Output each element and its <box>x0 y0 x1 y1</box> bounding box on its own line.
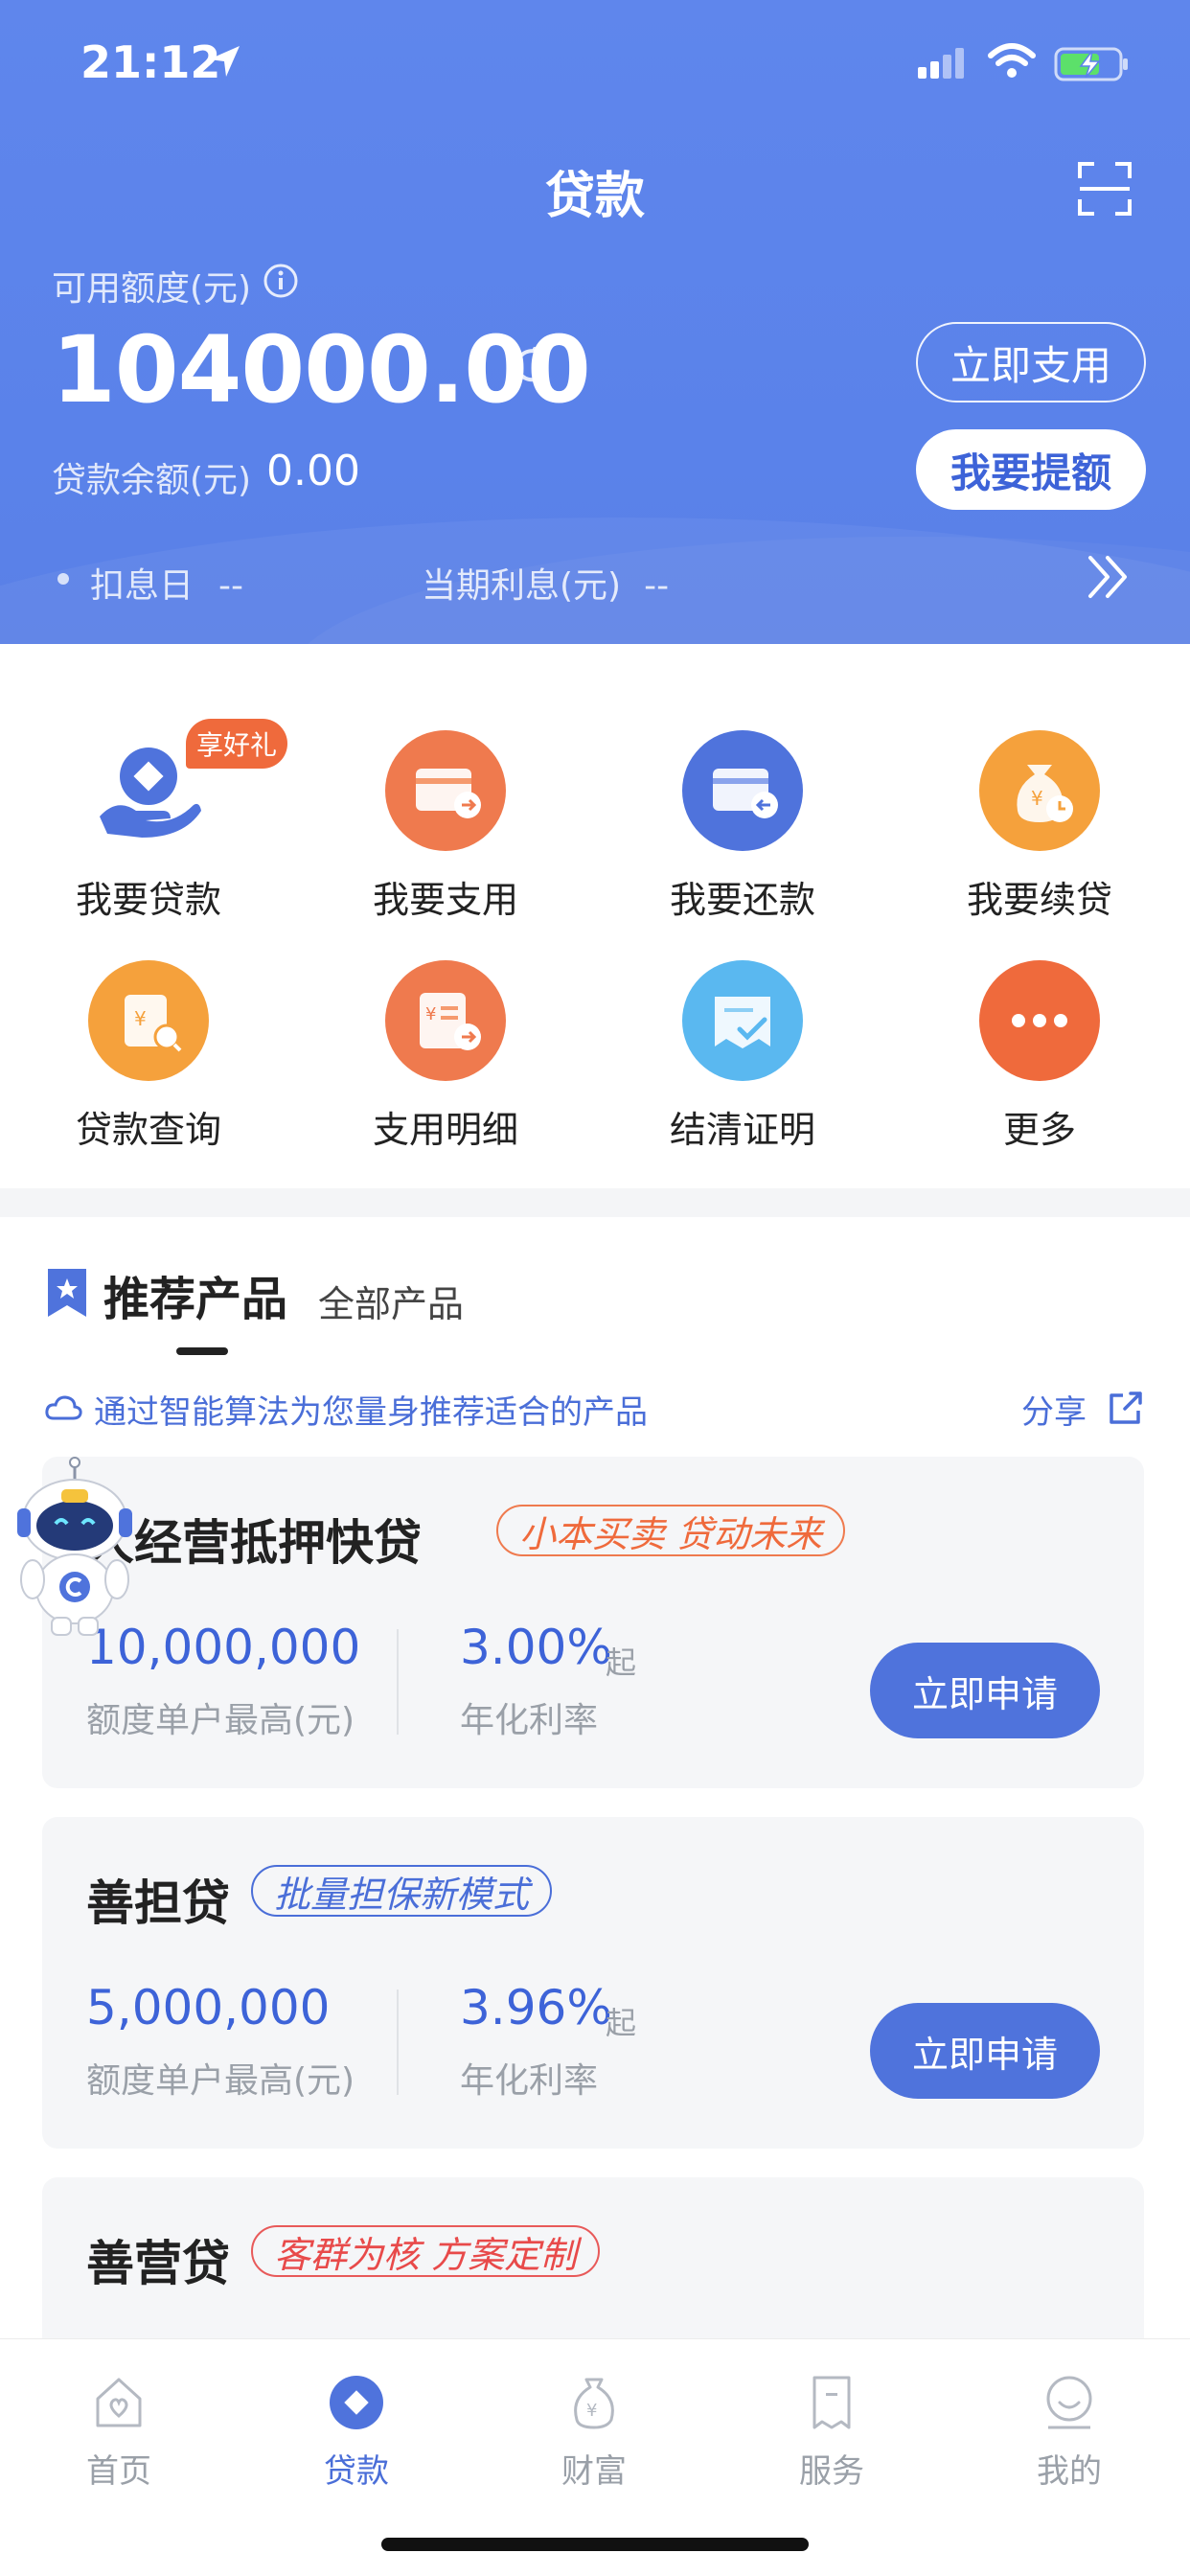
menu-item-settlement-cert[interactable]: 结清证明 <box>594 874 891 1151</box>
service-icon <box>812 2376 851 2429</box>
available-credit-label: 可用额度(元) <box>52 269 252 309</box>
service-menu: 享好礼 我要贷款 我要支用 我要还款 ¥ 我要续贷 ¥ 贷款查询 ¥ 支用明细 … <box>0 644 1190 1188</box>
recommend-tip: 通过智能算法为您量身推荐适合的产品 <box>94 1393 648 1432</box>
loan-header: 21:12 贷款 可用额度(元) 104000.00 立即支用 贷款余额(元) … <box>0 0 1190 644</box>
menu-item-withdraw[interactable]: 我要支用 <box>297 644 594 921</box>
tab-all-products[interactable]: 全部产品 <box>318 1275 464 1327</box>
cloud-icon <box>45 1395 82 1420</box>
refresh-icon[interactable] <box>510 343 554 387</box>
menu-item-label: 更多 <box>1002 1109 1076 1151</box>
interest-day-value: -- <box>218 566 243 606</box>
battery-charging-icon <box>1054 47 1128 81</box>
annual-rate-label: 年化利率 <box>460 2061 599 2101</box>
divider <box>397 1990 399 2095</box>
tab-label: 服务 <box>799 2452 864 2491</box>
menu-item-renew[interactable]: ¥ 我要续贷 <box>891 644 1188 921</box>
status-bar: 21:12 <box>0 0 1190 125</box>
menu-item-repay[interactable]: 我要还款 <box>594 644 891 921</box>
home-indicator <box>381 2538 809 2551</box>
use-now-button[interactable]: 立即支用 <box>916 322 1146 402</box>
menu-item-withdraw-detail[interactable]: ¥ 支用明细 <box>297 874 594 1151</box>
gift-badge: 享好礼 <box>186 719 287 769</box>
money-bag-clock-icon: ¥ <box>979 730 1100 851</box>
tab-mine[interactable]: 我的 <box>950 2339 1188 2512</box>
home-icon <box>96 2378 142 2427</box>
max-amount: 5,000,000 <box>86 1980 331 2036</box>
rate-suffix: 起 <box>606 2005 637 2041</box>
svg-text:¥: ¥ <box>425 1004 436 1024</box>
bullet-dot <box>57 573 69 585</box>
svg-text:¥: ¥ <box>586 2401 597 2421</box>
card-out-icon <box>385 730 506 851</box>
certificate-icon <box>682 960 803 1081</box>
menu-item-label: 支用明细 <box>372 1109 518 1151</box>
tab-recommended[interactable]: 推荐产品 <box>103 1261 287 1328</box>
raise-limit-button[interactable]: 我要提额 <box>916 429 1146 510</box>
period-interest: 当期利息(元) -- <box>422 558 669 608</box>
annual-rate-label: 年化利率 <box>460 1701 599 1740</box>
status-time: 21:12 <box>80 36 221 88</box>
tab-label: 首页 <box>86 2452 151 2491</box>
svg-text:¥: ¥ <box>1031 787 1043 810</box>
product-tag: 批量担保新模式 <box>251 1865 553 1917</box>
rate-suffix: 起 <box>606 1644 637 1681</box>
max-amount-label: 额度单户最高(元) <box>86 2061 355 2101</box>
wifi-icon <box>988 43 1036 78</box>
menu-item-loan-query[interactable]: ¥ 贷款查询 <box>0 874 297 1151</box>
card-return-icon <box>682 730 803 851</box>
robot-assistant-icon[interactable] <box>10 1457 140 1639</box>
loan-balance-value: 0.00 <box>266 447 360 495</box>
product-title: 善营贷 <box>86 2236 230 2291</box>
bookmark-star-icon <box>48 1269 86 1317</box>
tab-active-underline <box>176 1347 228 1355</box>
interest-day-label: 扣息日 <box>90 566 195 606</box>
menu-item-label: 结清证明 <box>669 1109 815 1151</box>
divider <box>397 1629 399 1735</box>
svg-text:¥: ¥ <box>134 1007 147 1030</box>
annual-rate: 3.96% <box>460 1980 612 2036</box>
max-amount-label: 额度单户最高(元) <box>86 1701 355 1740</box>
product-card[interactable]: 人经营抵押快贷 小本买卖 贷动未来 10,000,000 额度单户最高(元) 3… <box>42 1457 1144 1788</box>
location-arrow-icon <box>209 46 240 77</box>
scan-icon[interactable] <box>1077 161 1133 217</box>
interest-day: 扣息日 -- <box>90 558 243 608</box>
products-section: 推荐产品 全部产品 通过智能算法为您量身推荐适合的产品 分享 人经营抵押快贷 小… <box>0 1217 1190 2338</box>
profile-icon <box>1046 2376 1092 2429</box>
page-title: 贷款 <box>544 168 645 225</box>
share-icon[interactable] <box>1106 1390 1144 1428</box>
tab-label: 贷款 <box>324 2452 389 2491</box>
menu-item-label: 贷款查询 <box>75 1109 221 1151</box>
product-title: 善担贷 <box>86 1875 230 1931</box>
tab-label: 我的 <box>1037 2452 1102 2491</box>
menu-item-apply-loan[interactable]: 享好礼 我要贷款 <box>0 644 297 921</box>
menu-item-more[interactable]: 更多 <box>891 874 1188 1151</box>
tab-label: 财富 <box>561 2452 627 2491</box>
apply-now-button[interactable]: 立即申请 <box>870 2003 1100 2099</box>
period-interest-value: -- <box>644 566 670 606</box>
tab-home[interactable]: 首页 <box>0 2339 238 2512</box>
more-icon <box>979 960 1100 1081</box>
wallet-search-icon: ¥ <box>88 960 209 1081</box>
product-tag: 客群为核 方案定制 <box>251 2225 601 2277</box>
loan-icon <box>330 2376 383 2429</box>
cellular-signal-icon <box>918 48 964 79</box>
share-link[interactable]: 分享 <box>1021 1386 1087 1433</box>
wealth-icon: ¥ <box>574 2378 614 2429</box>
bill-detail-icon: ¥ <box>385 960 506 1081</box>
product-card[interactable]: 善担贷 批量担保新模式 5,000,000 额度单户最高(元) 3.96% 起 … <box>42 1817 1144 2149</box>
apply-now-button[interactable]: 立即申请 <box>870 1643 1100 1738</box>
tab-loan[interactable]: 贷款 <box>238 2339 475 2512</box>
info-icon[interactable] <box>263 263 299 299</box>
product-card[interactable]: 善营贷 客群为核 方案定制 <box>42 2177 1144 2338</box>
product-tag: 小本买卖 贷动未来 <box>496 1505 846 1556</box>
tab-wealth[interactable]: ¥ 财富 <box>475 2339 713 2512</box>
loan-balance-label: 贷款余额(元) <box>52 461 252 500</box>
annual-rate: 3.00% <box>460 1620 612 1675</box>
double-chevron-right-icon[interactable] <box>1083 550 1136 604</box>
tab-service[interactable]: 服务 <box>713 2339 950 2512</box>
period-interest-label: 当期利息(元) <box>422 566 622 606</box>
